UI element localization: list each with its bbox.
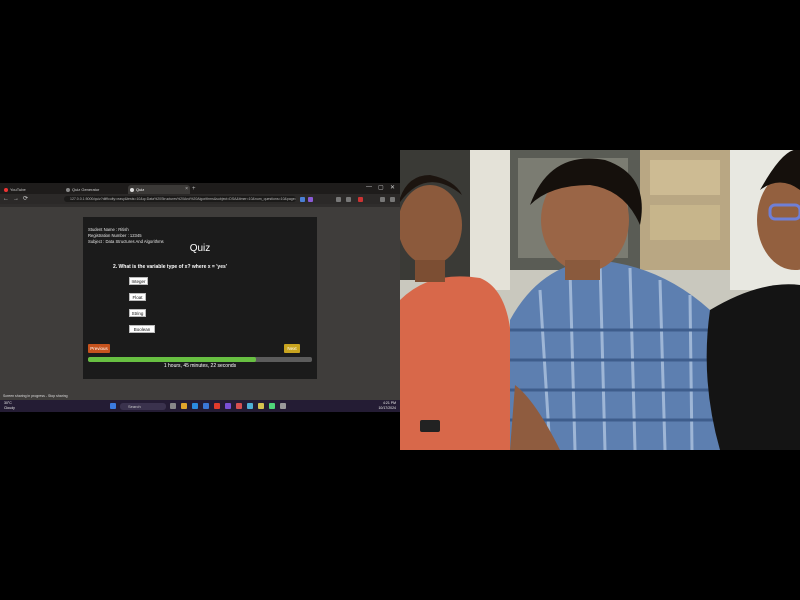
option-boolean[interactable]: Boolean <box>129 325 155 333</box>
back-button[interactable]: ← <box>3 195 9 203</box>
bookmark-bar <box>0 204 400 207</box>
extension-icon[interactable] <box>336 196 341 202</box>
file-explorer-icon[interactable] <box>181 403 187 409</box>
progress-bar-fill <box>88 357 256 362</box>
minimize-button[interactable]: — <box>366 184 372 190</box>
taskbar-search[interactable]: Search <box>120 402 166 410</box>
maximize-button[interactable]: ▢ <box>378 184 384 191</box>
previous-button[interactable]: Previous <box>88 344 110 353</box>
start-icon[interactable] <box>110 403 116 409</box>
url-field[interactable]: 127.0.0.1:5000/quiz?difficulty=easy&test… <box>64 196 296 202</box>
app-icon[interactable] <box>247 403 253 409</box>
reload-button[interactable]: ⟳ <box>23 195 28 203</box>
system-tray-clock[interactable]: 4:21 PM 10/17/2024 <box>378 401 396 411</box>
tab-youtube[interactable]: YouTube <box>2 185 62 194</box>
chrome-icon[interactable] <box>214 403 220 409</box>
option-float[interactable]: Float <box>129 293 146 301</box>
app-icon[interactable] <box>236 403 242 409</box>
weather-desc: Cloudy <box>4 406 15 410</box>
quiz-card: Student Name : Ritish Registration Numbe… <box>83 217 317 379</box>
shared-screen: YouTube Quiz Generator Quiz × + — ▢ ✕ ← … <box>0 183 400 412</box>
clock-date: 10/17/2024 <box>378 406 396 410</box>
store-icon[interactable] <box>203 403 209 409</box>
option-integer[interactable]: Integer <box>129 277 148 285</box>
forward-button[interactable]: → <box>13 195 19 203</box>
menu-icon[interactable] <box>380 196 385 202</box>
timer-text: 1 hours, 45 minutes, 22 seconds <box>163 363 237 369</box>
menu-icon[interactable] <box>390 196 395 202</box>
globe-icon <box>130 187 134 192</box>
extension-icon[interactable] <box>308 196 313 202</box>
registration-number: Registration Number : 12345 <box>88 233 142 238</box>
close-tab-icon[interactable]: × <box>185 185 188 194</box>
tab-quiz-generator[interactable]: Quiz Generator <box>64 185 126 194</box>
profile-icon[interactable] <box>358 196 363 202</box>
tab-quiz[interactable]: Quiz × <box>128 185 190 194</box>
task-view-icon[interactable] <box>170 403 176 409</box>
webcam-image <box>400 150 800 450</box>
browser-tab-bar: YouTube Quiz Generator Quiz × + — ▢ ✕ <box>0 183 400 194</box>
address-bar-row: ← → ⟳ 127.0.0.1:5000/quiz?difficulty=eas… <box>0 194 400 204</box>
progress-bar <box>88 357 312 362</box>
taskbar: 30°C Cloudy Search 4:21 PM 10/17/2024 <box>0 400 400 412</box>
student-name: Student Name : Ritish <box>88 227 129 232</box>
extension-icon[interactable] <box>300 196 305 202</box>
new-tab-button[interactable]: + <box>192 185 196 193</box>
extension-icon[interactable] <box>346 196 351 202</box>
globe-icon <box>66 187 70 192</box>
app-icon[interactable] <box>258 403 264 409</box>
weather-widget[interactable]: 30°C Cloudy <box>4 401 15 411</box>
app-icon[interactable] <box>269 403 275 409</box>
question-text: 2. What is the variable type of x? where… <box>113 264 227 270</box>
page-title: Quiz <box>189 243 211 254</box>
webcam-feed <box>400 150 800 450</box>
youtube-icon <box>4 187 8 192</box>
vscode-icon[interactable] <box>225 403 231 409</box>
option-string[interactable]: String <box>129 309 146 317</box>
app-icon[interactable] <box>280 403 286 409</box>
edge-icon[interactable] <box>192 403 198 409</box>
close-window-button[interactable]: ✕ <box>390 184 395 191</box>
next-button[interactable]: Next <box>284 344 300 353</box>
screen-share-notice[interactable]: Screen sharing in progress - Stop sharin… <box>3 394 68 398</box>
